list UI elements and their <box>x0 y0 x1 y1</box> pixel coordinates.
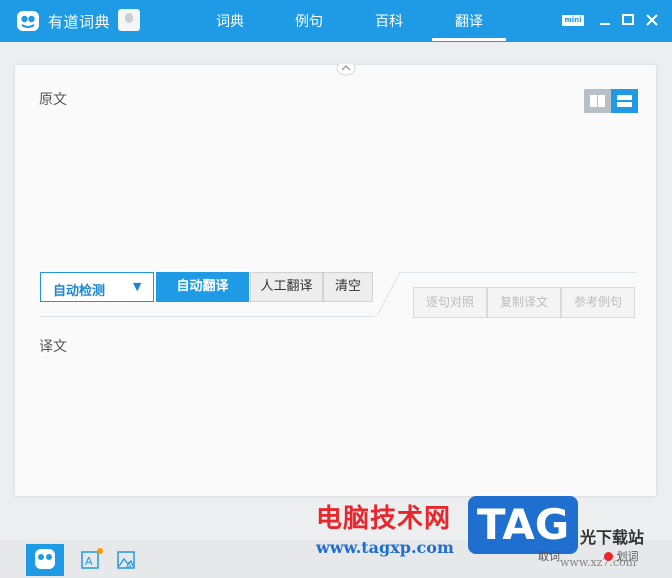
language-select[interactable]: 自动检测 ▼ <box>40 272 154 302</box>
youdao-home-icon[interactable] <box>26 544 64 576</box>
divider <box>400 272 636 273</box>
human-translate-button[interactable]: 人工翻译 <box>250 272 323 302</box>
watermark-badge: TAG <box>468 496 578 554</box>
layout-toggle[interactable] <box>584 89 639 113</box>
target-text-area <box>39 360 629 490</box>
tab-examples[interactable]: 例句 <box>292 11 326 31</box>
pick-word-label[interactable]: 取词 <box>538 548 560 564</box>
tab-translate[interactable]: 翻译 <box>452 11 486 31</box>
side-by-side-layout-icon[interactable] <box>584 89 611 113</box>
watermark-url: www.tagxp.com <box>316 538 454 557</box>
reference-examples-button[interactable]: 参考例句 <box>561 287 635 318</box>
divider <box>40 316 375 317</box>
screen-capture-translate-icon[interactable]: A <box>76 544 114 576</box>
target-label: 译文 <box>39 339 67 355</box>
source-text-area[interactable] <box>39 112 579 262</box>
toggle-dot-icon <box>604 552 613 561</box>
close-icon[interactable] <box>643 10 661 30</box>
divider <box>377 272 401 317</box>
svg-text:A: A <box>126 561 132 570</box>
tab-encyclopedia[interactable]: 百科 <box>372 11 406 31</box>
mini-mode-button[interactable]: mini <box>562 15 584 26</box>
watermark-right-text: 光下载站 <box>580 528 645 547</box>
clear-button[interactable]: 清空 <box>323 272 373 302</box>
minimize-icon[interactable] <box>596 10 614 30</box>
select-word-label[interactable]: 划词 <box>604 548 639 564</box>
svg-text:A: A <box>85 555 93 568</box>
user-avatar-icon[interactable] <box>118 9 140 31</box>
auto-translate-button[interactable]: 自动翻译 <box>156 272 249 302</box>
compare-sentences-button[interactable]: 逐句对照 <box>413 287 487 318</box>
tab-dictionary[interactable]: 词典 <box>213 11 247 31</box>
select-word-text: 划词 <box>616 550 639 563</box>
stacked-layout-icon[interactable] <box>611 89 638 113</box>
copy-translation-button[interactable]: 复制译文 <box>487 287 561 318</box>
dropdown-arrow-icon: ▼ <box>133 280 142 293</box>
maximize-icon[interactable] <box>619 10 637 30</box>
title-bar: 有道词典 词典 例句 百科 翻译 mini <box>0 0 672 42</box>
image-translate-icon[interactable]: A <box>110 544 148 576</box>
source-label: 原文 <box>39 92 67 108</box>
active-tab-indicator <box>432 38 506 41</box>
language-select-value: 自动检测 <box>53 284 106 299</box>
collapse-toggle-icon[interactable] <box>336 64 356 76</box>
watermark-site-name: 电脑技术网 <box>316 504 452 534</box>
youdao-logo-icon <box>17 11 39 31</box>
app-title: 有道词典 <box>48 13 111 31</box>
